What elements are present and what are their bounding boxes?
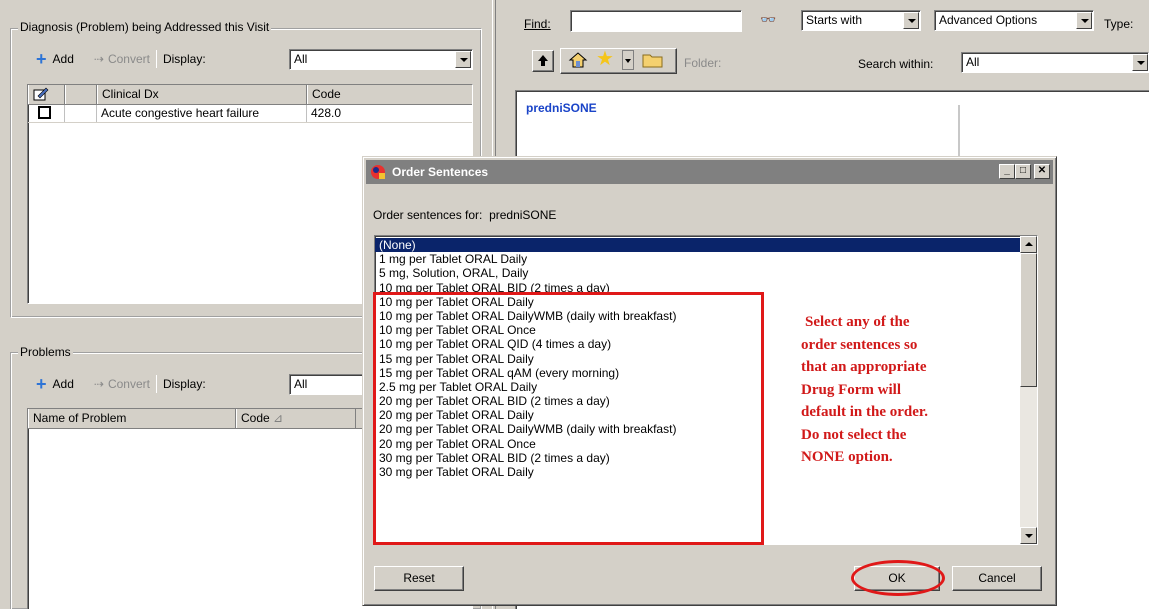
diagnosis-toolbar: + Add ⇢ Convert Display: — [36, 50, 206, 68]
edit-column-icon[interactable] — [28, 85, 65, 104]
chevron-down-icon[interactable] — [1076, 12, 1092, 29]
up-folder-button[interactable] — [532, 50, 554, 72]
annotation-line: Select any of the — [805, 314, 910, 330]
chevron-down-icon[interactable] — [1132, 54, 1148, 71]
annotation-line: default in the order. — [801, 404, 928, 420]
diagnosis-display-label: Display: — [162, 52, 206, 66]
diagnosis-table-header: Clinical Dx Code — [28, 85, 472, 105]
convert-diagnosis-button[interactable]: ⇢ Convert — [94, 52, 150, 66]
col-clinical-dx[interactable]: Clinical Dx — [97, 85, 307, 104]
chevron-down-icon[interactable] — [903, 12, 919, 29]
annotation-highlight-box — [373, 292, 764, 545]
convert-problem-button[interactable]: ⇢ Convert — [94, 377, 150, 391]
convert-icon: ⇢ — [93, 377, 104, 391]
drug-name: predniSONE — [489, 208, 557, 222]
list-item[interactable]: (None) — [375, 238, 1037, 253]
search-within-select[interactable]: All — [961, 52, 1149, 73]
home-icon[interactable] — [568, 50, 588, 73]
problems-toolbar: + Add ⇢ Convert Display: — [36, 375, 206, 393]
dialog-title: Order Sentences — [392, 165, 489, 179]
up-arrow-icon — [538, 55, 548, 66]
folder-label: Folder: — [684, 56, 722, 70]
match-type-select[interactable]: Starts with — [801, 10, 921, 31]
scroll-down-button[interactable] — [1020, 527, 1037, 544]
row-checkbox[interactable] — [28, 105, 65, 122]
col-problem-name[interactable]: Name of Problem — [28, 409, 236, 428]
plus-icon: + — [36, 49, 47, 69]
sort-icon: ⊿ — [273, 411, 284, 425]
problems-display-select[interactable]: All — [289, 374, 369, 395]
type-label: Type: — [1104, 17, 1134, 31]
scrollbar-thumb[interactable] — [1020, 253, 1037, 387]
col-code[interactable]: Code — [307, 85, 472, 104]
find-label: Find: — [524, 17, 551, 31]
add-problem-button[interactable]: + Add — [36, 374, 74, 394]
plus-icon: + — [36, 374, 47, 394]
binoculars-icon[interactable]: 👓 — [760, 12, 776, 28]
convert-icon: ⇢ — [93, 52, 104, 66]
reset-button[interactable]: Reset — [374, 566, 464, 591]
col-problem-code[interactable]: Code ⊿ — [236, 409, 356, 428]
problems-legend: Problems — [18, 345, 73, 359]
favorites-star-icon[interactable]: ★ — [596, 48, 614, 70]
annotation-line: order sentences so — [801, 336, 918, 353]
toolbar-separator — [155, 375, 157, 393]
diagnosis-display-select[interactable]: All — [289, 49, 473, 70]
ok-annotation-circle — [851, 560, 945, 596]
table-row[interactable]: Acute congestive heart failure 428.0 — [28, 105, 472, 123]
order-sentences-for-label: Order sentences for: predniSONE — [373, 208, 557, 222]
folder-icon[interactable] — [641, 50, 665, 73]
annotation-line: Do not select the — [801, 426, 907, 443]
annotation-line: NONE option. — [801, 449, 893, 465]
toolbar-separator — [155, 50, 157, 68]
scroll-up-button[interactable] — [1020, 236, 1037, 253]
select-column-header[interactable] — [65, 85, 97, 104]
result-item[interactable]: predniSONE — [526, 101, 597, 115]
annotation-note: Select any of the order sentences so that … — [801, 311, 1001, 469]
advanced-options-select[interactable]: Advanced Options — [934, 10, 1094, 31]
cancel-button[interactable]: Cancel — [952, 566, 1042, 591]
maximize-button[interactable]: □ — [1015, 164, 1031, 179]
annotation-line: Drug Form will — [801, 381, 901, 398]
app-icon — [370, 164, 387, 181]
list-item[interactable]: 1 mg per Tablet ORAL Daily — [375, 252, 1037, 266]
dialog-titlebar[interactable]: Order Sentences _ □ ✕ — [366, 160, 1053, 184]
minimize-button[interactable]: _ — [999, 164, 1015, 179]
find-input[interactable] — [570, 10, 742, 32]
row-dx: Acute congestive heart failure — [97, 105, 307, 122]
favorites-dropdown-icon[interactable] — [622, 50, 634, 70]
annotation-line: that an appropriate — [801, 359, 927, 375]
order-sentences-dialog: Order Sentences _ □ ✕ Order sentences fo… — [362, 156, 1057, 606]
search-within-label: Search within: — [858, 57, 934, 71]
close-button[interactable]: ✕ — [1034, 164, 1050, 179]
vertical-scrollbar[interactable] — [1020, 236, 1037, 544]
add-diagnosis-button[interactable]: + Add — [36, 49, 74, 69]
problems-display-label: Display: — [162, 377, 206, 391]
list-item[interactable]: 5 mg, Solution, ORAL, Daily — [375, 266, 1037, 280]
diagnosis-legend: Diagnosis (Problem) being Addressed this… — [18, 20, 272, 34]
chevron-down-icon[interactable] — [455, 51, 471, 68]
row-code: 428.0 — [311, 106, 342, 120]
